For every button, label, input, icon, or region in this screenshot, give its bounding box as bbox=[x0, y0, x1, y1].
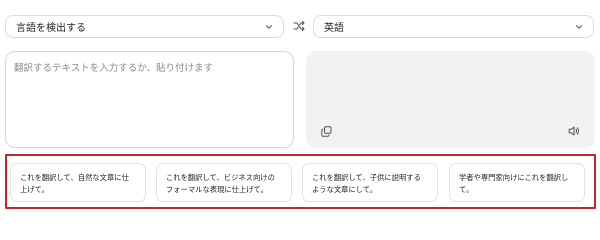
target-language-label: 英語 bbox=[324, 23, 344, 34]
translation-output-panel bbox=[306, 51, 595, 148]
copy-icon[interactable] bbox=[321, 126, 332, 137]
chevron-down-icon bbox=[265, 25, 273, 29]
swap-languages-icon[interactable] bbox=[292, 19, 306, 33]
source-language-label: 言語を検出する bbox=[16, 23, 86, 34]
suggestion-chip[interactable]: 学者や専門家向けにこれを翻訳して。 bbox=[449, 163, 585, 202]
suggestion-chip[interactable]: これを翻訳して、ビジネス向けのフォーマルな表現に仕上げて。 bbox=[156, 163, 292, 202]
speaker-icon[interactable] bbox=[568, 125, 580, 137]
source-language-select[interactable]: 言語を検出する bbox=[5, 15, 284, 38]
chevron-down-icon bbox=[575, 25, 583, 29]
suggestion-chip[interactable]: これを翻訳して、自然な文章に仕上げて。 bbox=[10, 163, 146, 202]
suggestion-chip[interactable]: これを翻訳して、子供に説明するような文章にして。 bbox=[302, 163, 438, 202]
target-language-select[interactable]: 英語 bbox=[313, 15, 594, 38]
source-text-input[interactable] bbox=[14, 60, 284, 140]
source-text-panel bbox=[5, 51, 294, 148]
